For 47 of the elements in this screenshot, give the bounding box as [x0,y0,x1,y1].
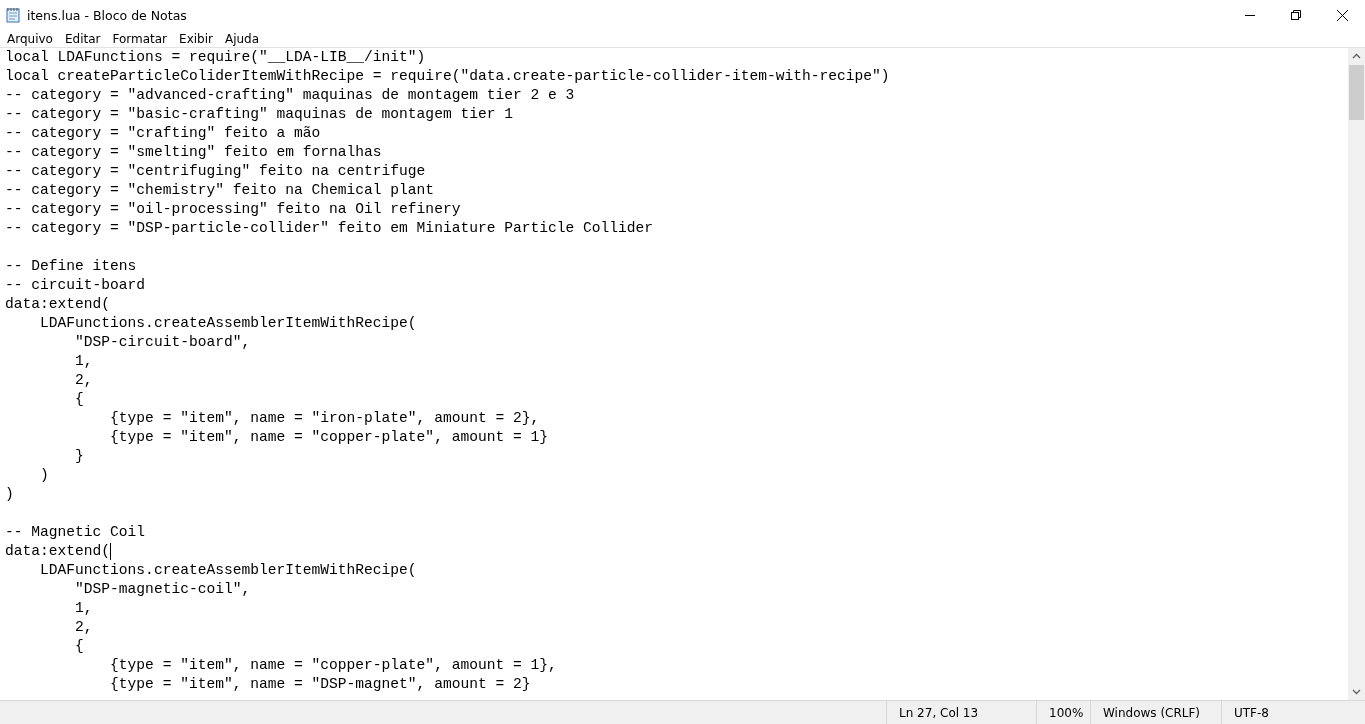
window-title: itens.lua - Bloco de Notas [27,7,187,23]
code-line: data:extend( [5,295,111,314]
zoom-level: 100% [1049,705,1084,720]
code-line: local createParticleColiderItemWithRecipe = require("data.create-particle-collider-item-with-recipe") [5,67,890,86]
code-line: 1, [74,599,93,618]
code-line: ) [39,466,49,485]
scroll-thumb[interactable] [1349,65,1364,120]
code-line: {type = "item", name = "iron-plate", amount = 2}, [109,409,540,428]
code-line: LDAFunctions.createAssemblerItemWithRecipe( [39,314,417,333]
code-line: -- Magnetic Coil [5,523,146,542]
code-line: { [74,390,84,409]
code-line: 1, [74,352,93,371]
code-line: -- category = "DSP-particle-collider" feito em Miniature Particle Collider [5,219,654,238]
restore-icon [1291,10,1301,20]
code-line: LDAFunctions.createAssemblerItemWithRecipe( [39,561,417,580]
code-line: {type = "item", name = "DSP-magnet", amount = 2} [109,675,531,694]
code-line: data:extend( [5,542,111,561]
code-line: -- category = "crafting" feito a mão [5,124,321,143]
cursor-position: Ln 27, Col 13 [899,705,979,720]
menu-item[interactable]: Editar [58,31,107,46]
code-line: -- category = "basic-crafting" maquinas de montagem tier 1 [5,105,513,124]
code-line: ) [5,485,14,504]
code-line: local LDAFunctions = require("__LDA-LIB__/init") [5,48,426,67]
code-line: 2, [74,618,93,637]
code-line: "DSP-circuit-board", [74,333,251,352]
code-line: { [74,637,84,656]
code-line: -- category = "centrifuging" feito na centrifuge [5,162,426,181]
code-line: "DSP-magnetic-coil", [74,580,251,599]
scrollbar[interactable] [1348,48,1365,700]
code-line: -- circuit-board [5,276,146,295]
menu-item[interactable]: Arquivo [1,31,59,46]
code-line: -- category = "smelting" feito em fornalhas [5,143,382,162]
code-line: {type = "item", name = "copper-plate", amount = 1} [109,428,548,447]
menu-item[interactable]: Ajuda [218,31,266,46]
menu-item[interactable]: Exibir [173,31,219,46]
code-line: -- Define itens [5,257,137,276]
code-line: 2, [74,371,93,390]
notepad-icon [5,7,21,23]
code-line: {type = "item", name = "copper-plate", amount = 1}, [109,656,557,675]
code-line: -- category = "oil-processing" feito na Oil refinery [5,200,461,219]
encoding: UTF-8 [1234,705,1269,720]
code-line: -- category = "advanced-crafting" maquinas de montagem tier 2 e 3 [5,86,575,105]
close-icon [1336,9,1348,21]
code-line: } [74,447,84,466]
menu-item[interactable]: Formatar [106,31,174,46]
code-line: -- category = "chemistry" feito na Chemical plant [5,181,435,200]
line-ending: Windows (CRLF) [1103,705,1201,720]
